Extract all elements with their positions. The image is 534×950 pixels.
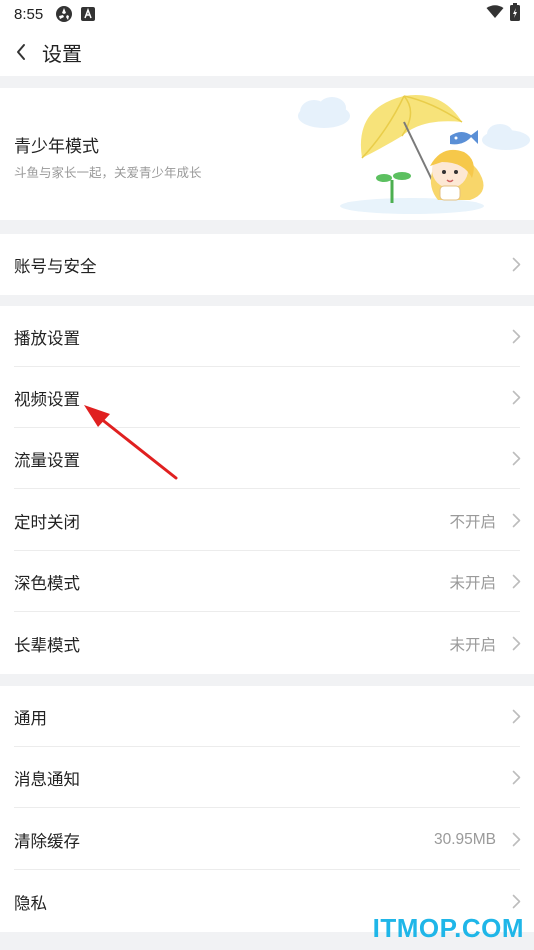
- text-a-icon: [81, 7, 96, 21]
- dark-mode-row[interactable]: 深色模式 未开启: [0, 551, 534, 612]
- watermark: ITMOP.COM: [372, 913, 524, 943]
- timer-off-row[interactable]: 定时关闭 不开启: [0, 490, 534, 551]
- page-title: 设置: [42, 41, 82, 66]
- row-label: 长辈模式: [14, 635, 80, 655]
- battery-icon: [510, 3, 520, 25]
- cache-size: 30.95MB: [433, 830, 496, 848]
- chevron-right-icon: [510, 832, 522, 848]
- wifi-icon: [486, 5, 504, 23]
- settings-group-playback: 播放设置 视频设置 流量设置 定时关闭 不开启 深色模式 未开启 长辈模式 未开…: [0, 306, 534, 674]
- chevron-left-icon: [17, 44, 25, 60]
- chevron-right-icon: [510, 636, 522, 652]
- row-label: 消息通知: [14, 769, 80, 789]
- row-label: 账号与安全: [14, 256, 97, 276]
- divider: [14, 807, 520, 808]
- row-label: 深色模式: [14, 573, 80, 593]
- chevron-right-icon: [510, 709, 522, 725]
- youth-mode-card[interactable]: 青少年模式 斗鱼与家长一起，关爱青少年成长: [0, 88, 534, 220]
- row-label: 视频设置: [14, 389, 80, 409]
- row-label: 流量设置: [14, 450, 80, 470]
- general-row[interactable]: 通用: [0, 686, 534, 747]
- chevron-right-icon: [510, 574, 522, 590]
- youth-mode-illustration: [298, 95, 530, 214]
- youth-mode-title: 青少年模式: [14, 137, 99, 157]
- elder-mode-row[interactable]: 长辈模式 未开启: [0, 613, 534, 674]
- row-label: 定时关闭: [14, 512, 80, 532]
- chevron-right-icon: [510, 451, 522, 467]
- account-security-row[interactable]: 账号与安全: [0, 234, 534, 295]
- chevron-right-icon: [510, 894, 522, 910]
- chevron-right-icon: [510, 513, 522, 529]
- divider: [14, 611, 520, 612]
- row-label: 清除缓存: [14, 831, 80, 851]
- chevron-right-icon: [510, 390, 522, 406]
- chevron-right-icon: [510, 257, 522, 273]
- row-value: 未开启: [449, 574, 496, 592]
- divider: [14, 869, 520, 870]
- playback-settings-row[interactable]: 播放设置: [0, 306, 534, 367]
- chevron-right-icon: [510, 329, 522, 345]
- row-label: 隐私: [14, 893, 47, 913]
- chevron-right-icon: [510, 770, 522, 786]
- notifications-row[interactable]: 消息通知: [0, 747, 534, 808]
- clear-cache-row[interactable]: 清除缓存 30.95MB: [0, 809, 534, 870]
- row-label: 通用: [14, 708, 47, 728]
- back-button[interactable]: [0, 28, 42, 76]
- settings-group-general: 通用 消息通知 清除缓存 30.95MB 隐私: [0, 686, 534, 932]
- traffic-settings-row[interactable]: 流量设置: [0, 428, 534, 489]
- status-time: 8:55: [14, 5, 44, 23]
- video-settings-row[interactable]: 视频设置: [0, 367, 534, 428]
- status-bar: 8:55: [0, 0, 534, 28]
- divider: [14, 488, 520, 489]
- nav-bar: 设置: [0, 28, 534, 76]
- youth-mode-subtitle: 斗鱼与家长一起，关爱青少年成长: [14, 165, 202, 180]
- app-notification-icon: [55, 5, 73, 23]
- row-value: 未开启: [449, 636, 496, 654]
- row-label: 播放设置: [14, 328, 80, 348]
- row-value: 不开启: [449, 513, 496, 531]
